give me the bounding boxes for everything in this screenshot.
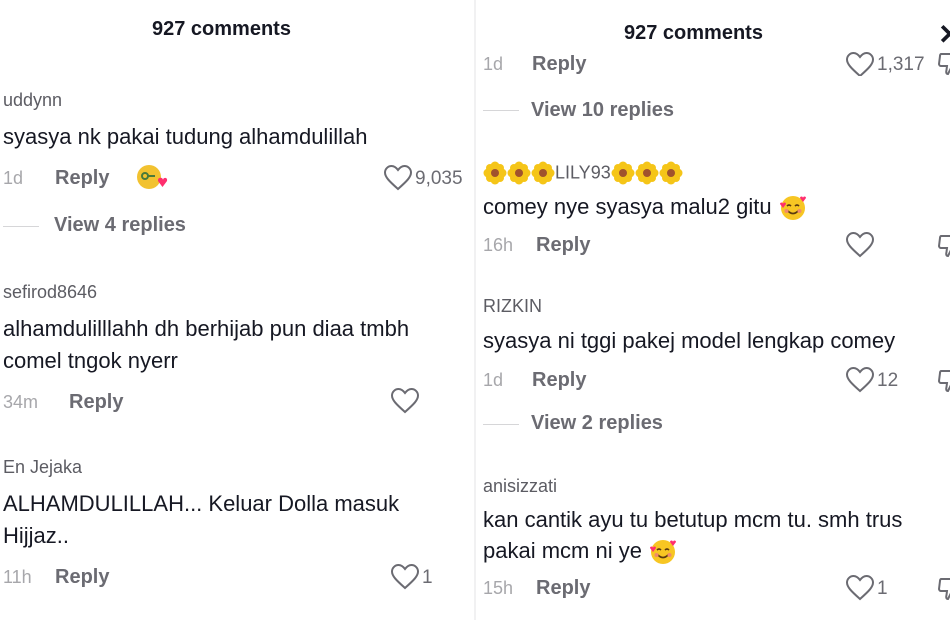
comment-time: 1d <box>3 168 24 188</box>
right-comments-panel: 927 comments ✕ 1d Reply 1,317 View 10 re… <box>476 0 950 620</box>
comment-username[interactable]: En Jejaka <box>3 457 82 478</box>
comment-time: 1d <box>483 370 504 390</box>
like-count: 9,035 <box>415 168 463 189</box>
comment-text-row: pakai mcm ni ye <box>483 534 678 567</box>
comment-text-line-1: ALHAMDULILLAH... Keluar Dolla masuk <box>3 491 400 516</box>
comment-time: 15h <box>483 578 514 598</box>
key-heart-sticker <box>136 164 168 197</box>
replies-divider <box>483 110 519 111</box>
reply-button[interactable]: Reply <box>536 577 590 600</box>
heart-outline-icon[interactable] <box>846 52 874 76</box>
reply-button[interactable]: Reply <box>55 566 109 589</box>
comment-time: 34m <box>3 392 39 412</box>
thumbs-down-icon[interactable] <box>938 52 950 76</box>
heart-outline-icon[interactable] <box>846 367 874 393</box>
view-replies-link[interactable]: View 2 replies <box>531 412 663 435</box>
reply-button[interactable]: Reply <box>532 53 586 76</box>
comment-text-row: comey nye syasya malu2 gitu <box>483 190 808 223</box>
blossom-emoji <box>507 161 531 185</box>
comment-text-line-1: kan cantik ayu tu betutup mcm tu. smh tr… <box>483 507 903 532</box>
blossom-emoji <box>611 161 635 185</box>
comments-count-title: 927 comments <box>152 18 291 40</box>
comment-time: 16h <box>483 235 514 255</box>
smiling-face-with-hearts-emoji <box>650 540 677 565</box>
smiling-face-with-hearts-emoji <box>779 196 806 221</box>
partial-comment-row: 1d Reply 1,317 <box>476 52 950 76</box>
comment-username[interactable]: sefirod8646 <box>3 282 97 303</box>
thumbs-down-icon[interactable] <box>938 369 950 393</box>
blossom-emoji <box>531 161 555 185</box>
reply-button[interactable]: Reply <box>536 234 590 257</box>
comment-text-line-1: alhamdulilllahh dh berhijab pun diaa tmb… <box>3 316 410 341</box>
like-count: 12 <box>877 370 899 391</box>
like-count: 1 <box>877 578 888 599</box>
comment-text: comey nye syasya malu2 gitu <box>483 194 772 219</box>
reply-button[interactable]: Reply <box>532 369 586 392</box>
thumbs-down-icon[interactable] <box>938 234 950 258</box>
comment-time: 11h <box>3 567 32 587</box>
reply-button[interactable]: Reply <box>69 391 123 414</box>
replies-divider <box>483 424 519 425</box>
comment-username[interactable]: uddynn <box>3 90 62 111</box>
like-count: 1 <box>422 567 433 588</box>
blossom-emoji <box>483 161 507 185</box>
view-replies-link[interactable]: View 4 replies <box>54 214 186 237</box>
heart-outline-icon[interactable] <box>846 575 874 601</box>
heart-outline-icon[interactable] <box>846 232 874 258</box>
like-count: 1,317 <box>877 54 925 75</box>
comment-text-line-2: comel tngok nyerr <box>3 348 178 373</box>
comment-username[interactable]: RIZKIN <box>483 296 542 317</box>
comment-time: 1d <box>483 54 504 74</box>
blossom-emoji <box>635 161 659 185</box>
comments-count-title: 927 comments <box>624 22 763 44</box>
comment-text-line-2: pakai mcm ni ye <box>483 538 642 563</box>
comment-text: syasya ni tggi pakej model lengkap comey <box>483 328 896 353</box>
view-replies-link[interactable]: View 10 replies <box>531 99 674 122</box>
comment-username: LILY93 <box>555 162 611 183</box>
comment-username-row[interactable]: LILY93 <box>483 161 683 185</box>
comment-username[interactable]: anisizzati <box>483 476 557 497</box>
reply-button[interactable]: Reply <box>55 167 109 190</box>
heart-outline-icon[interactable] <box>391 564 419 590</box>
heart-outline-icon[interactable] <box>391 388 419 414</box>
left-comments-panel: 927 comments uddynn syasya nk pakai tudu… <box>0 0 476 620</box>
comment-text: syasya nk pakai tudung alhamdulillah <box>3 124 368 149</box>
thumbs-down-icon[interactable] <box>938 577 950 601</box>
heart-outline-icon[interactable] <box>384 165 412 191</box>
close-icon[interactable]: ✕ <box>938 18 950 51</box>
replies-divider <box>3 226 39 227</box>
comment-text-line-2: Hijjaz.. <box>3 523 70 548</box>
blossom-emoji <box>659 161 683 185</box>
